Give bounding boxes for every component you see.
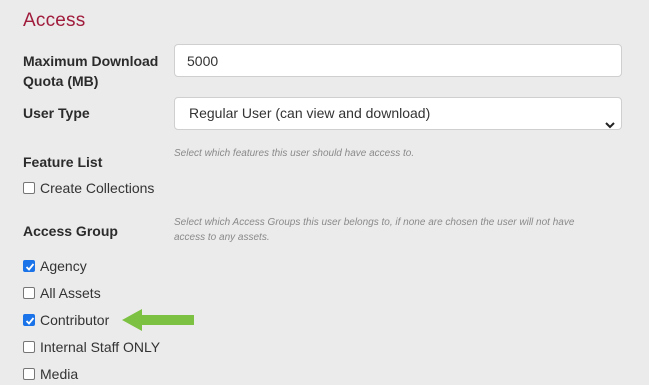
access-option-contributor[interactable]: Contributor [23, 311, 109, 329]
user-type-label: User Type [23, 105, 90, 121]
access-group-help-line2: access to any assets. [174, 232, 270, 243]
access-settings-panel: Access Maximum Download Quota (MB) User … [0, 0, 649, 385]
checkmark-icon [25, 263, 35, 271]
checkmark-icon [25, 317, 35, 325]
checkbox-create-collections[interactable] [23, 182, 35, 194]
access-option-agency[interactable]: Agency [23, 257, 87, 275]
quota-label-line2: Quota (MB) [23, 73, 99, 89]
access-group-help-line1: Select which Access Groups this user bel… [174, 217, 575, 228]
access-option-all-assets[interactable]: All Assets [23, 284, 101, 302]
section-title: Access [23, 10, 86, 31]
quota-input[interactable] [174, 44, 622, 77]
arrow-left-icon [122, 309, 194, 331]
checkbox-contributor[interactable] [23, 314, 35, 326]
checkbox-all-assets[interactable] [23, 287, 35, 299]
access-option-internal-staff[interactable]: Internal Staff ONLY [23, 338, 160, 356]
user-type-select[interactable]: Regular User (can view and download) [174, 97, 622, 130]
checkbox-media[interactable] [23, 368, 35, 380]
access-option-media[interactable]: Media [23, 365, 78, 383]
feature-list-help: Select which features this user should h… [174, 148, 415, 159]
feature-list-label: Feature List [23, 154, 103, 170]
checkbox-label: All Assets [40, 285, 101, 301]
checkbox-label: Internal Staff ONLY [40, 339, 161, 355]
access-group-label: Access Group [23, 223, 118, 239]
checkbox-label: Media [40, 366, 79, 382]
chevron-down-icon [605, 109, 615, 129]
checkbox-agency[interactable] [23, 260, 35, 272]
quota-label-line1: Maximum Download [23, 53, 159, 69]
feature-option-create-collections[interactable]: Create Collections [23, 179, 154, 197]
checkbox-label: Contributor [40, 312, 110, 328]
checkbox-label: Agency [40, 258, 87, 274]
checkbox-label: Create Collections [40, 180, 155, 196]
user-type-selected-value: Regular User (can view and download) [189, 105, 431, 121]
checkbox-internal-staff[interactable] [23, 341, 35, 353]
